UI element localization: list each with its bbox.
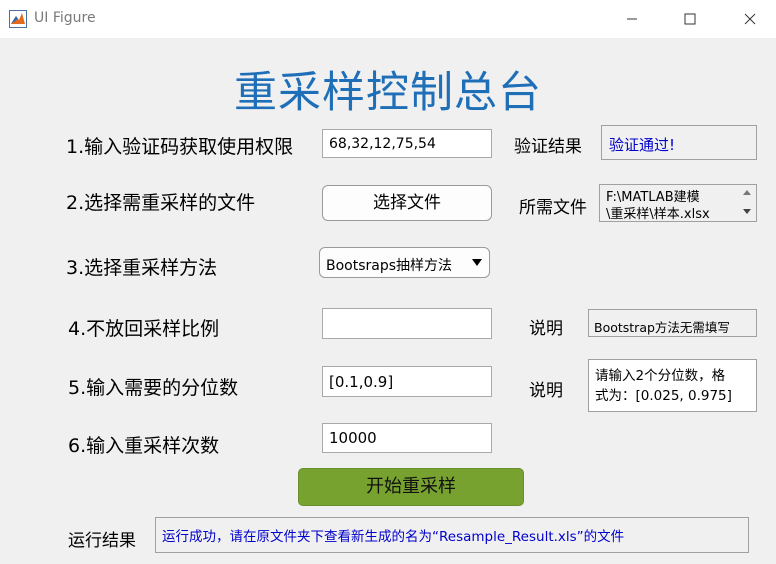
- close-button[interactable]: [738, 8, 762, 30]
- file-path-line1: F:\MATLAB建模: [606, 190, 700, 205]
- file-path-scrollbar[interactable]: [738, 185, 756, 221]
- resample-count-label: 6.输入重采样次数: [68, 435, 220, 457]
- note-label-ratio: 说明: [529, 319, 563, 339]
- ratio-note-box: Bootstrap方法无需填写: [588, 309, 757, 337]
- verification-result-value: 验证通过!: [609, 136, 676, 154]
- file-path-line2: \重采样\样本.xlsx: [606, 207, 710, 222]
- ratio-note-value: Bootstrap方法无需填写: [594, 320, 730, 335]
- start-resample-button[interactable]: 开始重采样: [298, 468, 524, 506]
- maximize-icon: [684, 13, 696, 25]
- resample-method-label: 3.选择重采样方法: [66, 257, 218, 279]
- title-bar: UI Figure: [0, 0, 776, 38]
- scroll-down-icon: [743, 209, 751, 214]
- note-label-quantile: 说明: [529, 381, 563, 401]
- no-replacement-ratio-label: 4.不放回采样比例: [68, 318, 220, 340]
- resample-count-input[interactable]: [322, 423, 492, 453]
- required-file-label: 所需文件: [519, 198, 587, 218]
- maximize-button[interactable]: [678, 8, 702, 30]
- matlab-icon: [9, 10, 27, 28]
- run-result-value: 运行成功，请在原文件夹下查看新生成的名为“Resample_Result.xls…: [162, 529, 625, 545]
- verification-code-label: 1.输入验证码获取使用权限: [66, 136, 294, 158]
- select-file-label: 2.选择需重采样的文件: [66, 192, 256, 214]
- resample-method-selected: Bootsraps抽样方法: [326, 258, 453, 274]
- run-result-box: 运行成功，请在原文件夹下查看新生成的名为“Resample_Result.xls…: [155, 517, 749, 553]
- minimize-button[interactable]: [620, 8, 644, 30]
- page-title: 重采样控制总台: [234, 68, 542, 118]
- file-path-box: F:\MATLAB建模 \重采样\样本.xlsx: [599, 184, 757, 222]
- scroll-up-icon: [743, 190, 751, 195]
- window-title: UI Figure: [34, 10, 96, 26]
- quantile-label: 5.输入需要的分位数: [68, 377, 239, 399]
- verification-result-label: 验证结果: [514, 137, 582, 157]
- quantile-note-line1: 请输入2个分位数，格: [595, 368, 726, 384]
- no-replacement-ratio-input[interactable]: [322, 308, 492, 339]
- quantile-note-line2: 式为：[0.025, 0.975]: [595, 388, 732, 404]
- resample-method-dropdown[interactable]: Bootsraps抽样方法: [319, 247, 490, 278]
- minimize-icon: [627, 18, 637, 20]
- run-result-label: 运行结果: [68, 531, 136, 551]
- verification-result-box: 验证通过!: [601, 125, 757, 160]
- quantile-input[interactable]: [322, 366, 492, 397]
- select-file-button[interactable]: 选择文件: [322, 185, 492, 221]
- verification-code-input[interactable]: [322, 129, 492, 158]
- chevron-down-icon: [471, 256, 483, 272]
- quantile-note-box: 请输入2个分位数，格 式为：[0.025, 0.975]: [588, 359, 757, 412]
- close-icon: [744, 13, 756, 25]
